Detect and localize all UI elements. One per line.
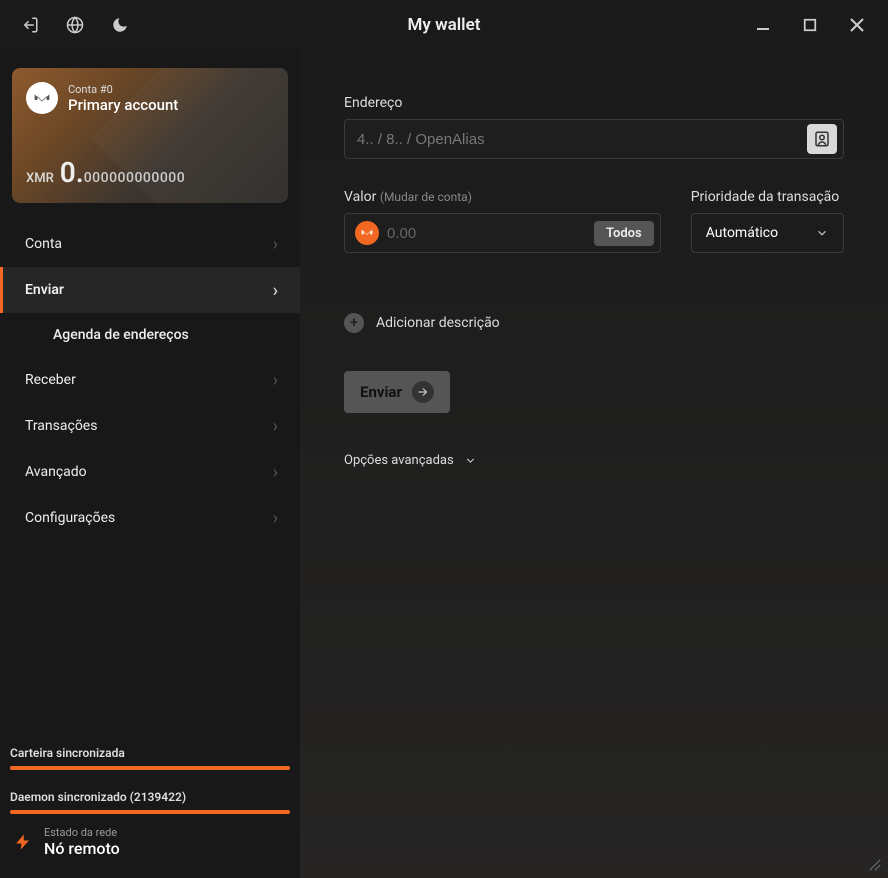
amount-change-account-link[interactable]: (Mudar de conta) <box>380 190 472 204</box>
chevron-down-icon <box>464 454 477 467</box>
address-book-icon[interactable] <box>807 124 837 154</box>
add-description-label: Adicionar descrição <box>376 315 500 331</box>
advanced-options-label: Opções avançadas <box>344 453 454 468</box>
nav-transactions-label: Transações <box>25 418 97 434</box>
sidebar: Conta #0 Primary account XMR 0.000000000… <box>0 50 300 878</box>
amount-label: Valor (Mudar de conta) <box>344 189 661 205</box>
resize-handle-icon[interactable] <box>868 858 882 872</box>
chevron-right-icon: › <box>273 462 278 483</box>
nav-receive[interactable]: Receber › <box>0 357 300 403</box>
monero-logo-icon <box>26 82 58 114</box>
maximize-button[interactable] <box>799 14 821 36</box>
amount-input-wrap: Todos <box>344 213 661 253</box>
close-button[interactable] <box>846 14 868 36</box>
nav-advanced-label: Avançado <box>25 464 87 480</box>
nav-account[interactable]: Conta › <box>0 221 300 267</box>
nav-address-book[interactable]: Agenda de endereços <box>0 313 300 357</box>
account-index-label: Conta #0 <box>68 83 178 96</box>
nav-settings[interactable]: Configurações › <box>0 495 300 541</box>
globe-icon[interactable] <box>65 15 85 35</box>
address-input-wrap <box>344 119 844 159</box>
chevron-right-icon: › <box>273 234 278 255</box>
nav-send[interactable]: Enviar › <box>0 267 300 313</box>
balance-decimal: 000000000000 <box>84 170 185 186</box>
balance-display: XMR 0.000000000000 <box>26 156 185 189</box>
logout-icon[interactable] <box>20 15 40 35</box>
moon-icon[interactable] <box>110 15 130 35</box>
account-name: Primary account <box>68 96 178 114</box>
chevron-right-icon: › <box>273 508 278 529</box>
chevron-right-icon: › <box>273 416 278 437</box>
add-description-button[interactable]: + Adicionar descrição <box>344 313 844 333</box>
main-panel: Endereço Valor (Mudar de conta) Todos <box>300 50 888 878</box>
network-status-value: Nó remoto <box>44 839 120 858</box>
nav-address-book-label: Agenda de endereços <box>53 327 189 343</box>
chevron-right-icon: › <box>273 370 278 391</box>
wallet-sync-progress <box>10 766 290 770</box>
arrow-right-icon <box>412 381 434 403</box>
address-label: Endereço <box>344 95 844 111</box>
status-panel: Carteira sincronizada Daemon sincronizad… <box>0 746 300 878</box>
wallet-sync-label: Carteira sincronizada <box>10 746 290 760</box>
send-button[interactable]: Enviar <box>344 371 450 413</box>
balance-integer: 0. <box>60 156 84 189</box>
priority-label: Prioridade da transação <box>691 189 844 205</box>
titlebar: My wallet <box>0 0 888 50</box>
amount-all-button[interactable]: Todos <box>594 221 654 246</box>
priority-value: Automático <box>706 225 778 241</box>
lightning-icon <box>14 829 32 855</box>
nav-send-label: Enviar <box>25 282 64 298</box>
nav-settings-label: Configurações <box>25 510 115 526</box>
nav-transactions[interactable]: Transações › <box>0 403 300 449</box>
network-status-label: Estado da rede <box>44 826 120 839</box>
daemon-sync-label: Daemon sincronizado (2139422) <box>10 790 290 804</box>
nav-advanced[interactable]: Avançado › <box>0 449 300 495</box>
address-input[interactable] <box>357 131 807 148</box>
nav-account-label: Conta <box>25 236 62 252</box>
balance-currency: XMR <box>26 171 54 186</box>
chevron-right-icon: › <box>273 280 278 301</box>
nav-receive-label: Receber <box>25 372 76 388</box>
send-button-label: Enviar <box>360 383 402 401</box>
chevron-down-icon <box>815 226 829 240</box>
minimize-button[interactable] <box>752 14 774 36</box>
amount-label-text: Valor <box>344 189 376 205</box>
monero-icon <box>355 221 379 245</box>
window-title: My wallet <box>408 15 481 35</box>
priority-select[interactable]: Automático <box>691 213 844 253</box>
amount-input[interactable] <box>379 225 594 242</box>
advanced-options-toggle[interactable]: Opções avançadas <box>344 453 844 468</box>
account-card[interactable]: Conta #0 Primary account XMR 0.000000000… <box>12 68 288 203</box>
daemon-sync-progress <box>10 810 290 814</box>
plus-icon: + <box>344 313 364 333</box>
